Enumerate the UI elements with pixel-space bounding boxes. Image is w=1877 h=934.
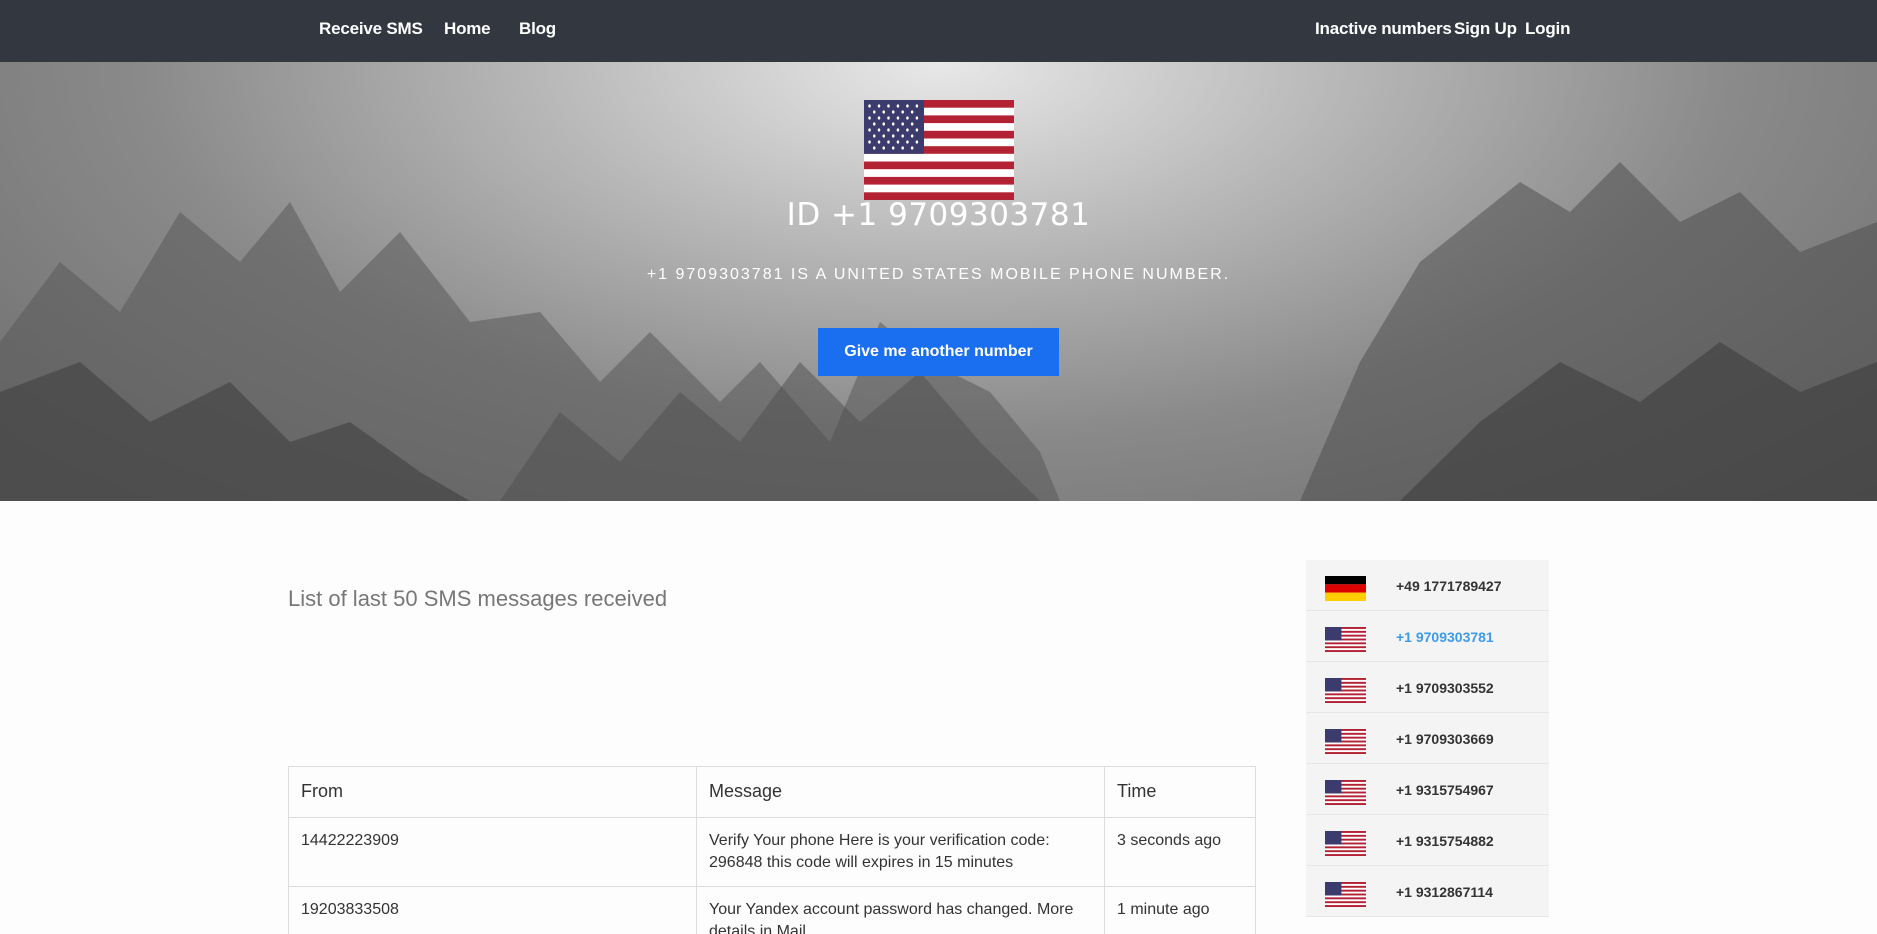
us-flag-icon	[1325, 678, 1366, 703]
nav-signup-link[interactable]: Sign Up	[1454, 19, 1517, 39]
sidebar-number-label: +1 9315754967	[1396, 782, 1494, 798]
nav-login-link[interactable]: Login	[1525, 19, 1570, 39]
de-flag-icon	[1325, 576, 1366, 601]
sidebar-number-label: +1 9709303552	[1396, 680, 1494, 696]
us-flag-icon	[1325, 627, 1366, 652]
sidebar-number-label: +49 1771789427	[1396, 578, 1502, 594]
column-header-message: Message	[696, 766, 1105, 818]
sms-from: 19203833508	[288, 886, 697, 934]
us-flag-icon	[1325, 831, 1366, 856]
sidebar-item-number[interactable]: +1 9312867114	[1306, 866, 1549, 917]
sms-time: 1 minute ago	[1104, 886, 1256, 934]
us-flag-icon	[1325, 882, 1366, 907]
sms-time: 3 seconds ago	[1104, 817, 1256, 887]
sms-message: Verify Your phone Here is your verificat…	[696, 817, 1105, 887]
column-header-time: Time	[1104, 766, 1256, 818]
sidebar-number-label: +1 9709303669	[1396, 731, 1494, 747]
sidebar-item-number[interactable]: +1 9709303781	[1306, 611, 1549, 662]
column-header-from: From	[288, 766, 697, 818]
sidebar-number-label: +1 9312867114	[1396, 884, 1493, 900]
sms-message: Your Yandex account password has changed…	[696, 886, 1105, 934]
us-flag-icon	[1325, 780, 1366, 805]
sidebar-number-label: +1 9315754882	[1396, 833, 1494, 849]
number-sidebar: +49 1771789427 +1 9709303781 +1 97093035…	[1306, 560, 1549, 917]
sidebar-item-number[interactable]: +1 9315754967	[1306, 764, 1549, 815]
nav-home-link[interactable]: Home	[444, 19, 491, 39]
sms-from: 14422223909	[288, 817, 697, 887]
brand-link[interactable]: Receive SMS	[319, 19, 423, 39]
sidebar-number-label: +1 9709303781	[1396, 629, 1494, 645]
sidebar-item-number[interactable]: +1 9709303552	[1306, 662, 1549, 713]
sidebar-item-number[interactable]: +1 9709303669	[1306, 713, 1549, 764]
phone-id-heading: ID +1 9709303781	[786, 197, 1091, 233]
sidebar-item-number[interactable]: +1 9315754882	[1306, 815, 1549, 866]
hero-banner: ID +1 9709303781 +1 9709303781 IS A UNIT…	[0, 62, 1877, 501]
us-flag-icon	[1325, 729, 1366, 754]
another-number-button[interactable]: Give me another number	[818, 328, 1059, 376]
sidebar-item-number[interactable]: +49 1771789427	[1306, 560, 1549, 611]
nav-blog-link[interactable]: Blog	[519, 19, 556, 39]
us-flag-icon	[864, 100, 1014, 200]
table-header-row: From Message Time	[288, 766, 1256, 818]
sms-list-title: List of last 50 SMS messages received	[288, 586, 668, 611]
table-row: 14422223909 Verify Your phone Here is yo…	[288, 817, 1256, 887]
top-navbar: Receive SMS Home Blog Inactive numbers S…	[0, 0, 1877, 62]
sms-table: From Message Time 14422223909 Verify You…	[288, 766, 1256, 934]
nav-inactive-numbers-link[interactable]: Inactive numbers	[1315, 19, 1452, 39]
table-row: 19203833508 Your Yandex account password…	[288, 886, 1256, 934]
phone-description: +1 9709303781 IS A UNITED STATES MOBILE …	[646, 266, 1231, 283]
